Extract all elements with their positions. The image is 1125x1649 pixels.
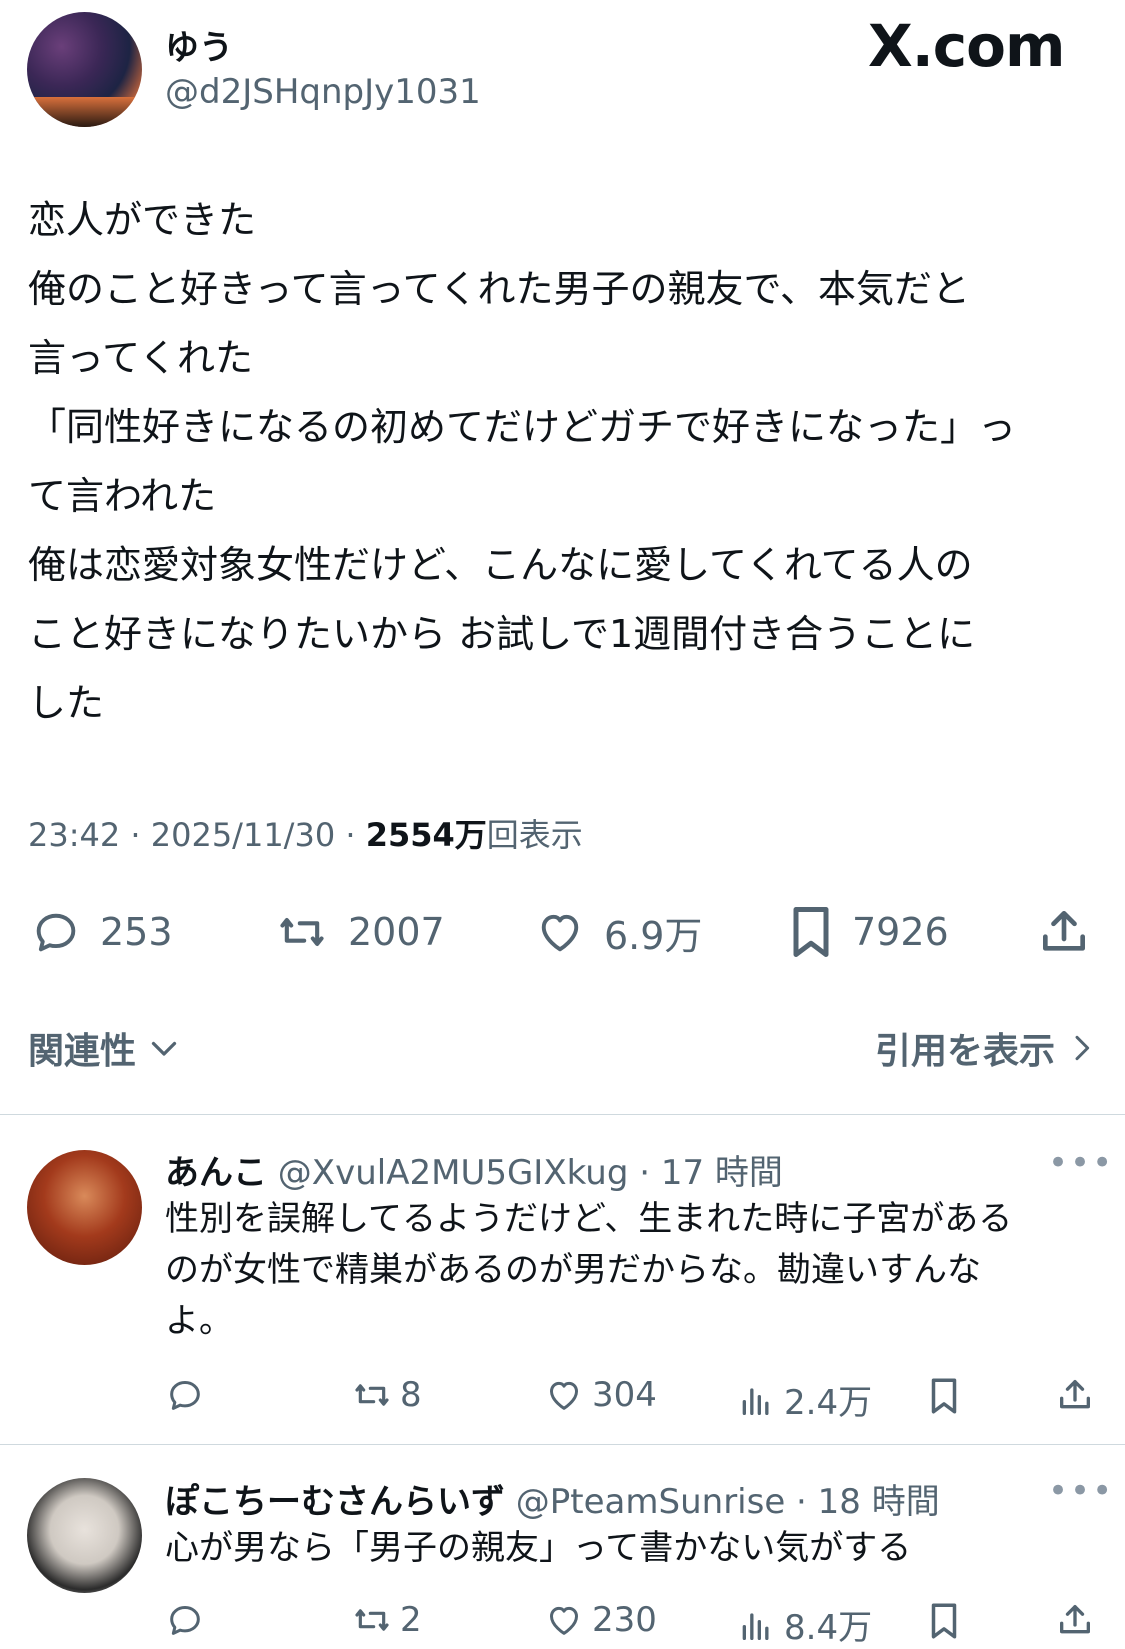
- post-timestamp[interactable]: 23:42 · 2025/11/30 ·: [28, 816, 366, 854]
- reply-text-line: よ。: [165, 1301, 233, 1341]
- reply-text: 性別を誤解してるようだけど、生まれた時に子宮がある のが女性で精巣があるのが男だ…: [165, 1194, 1090, 1347]
- post-text-line: した: [28, 681, 105, 725]
- reply-author-name[interactable]: ぽこちーむさんらいず: [165, 1482, 505, 1522]
- post-text-line: 言ってくれた: [28, 336, 253, 380]
- view-quotes-link[interactable]: 引用を表示: [875, 1022, 1097, 1074]
- reply-repost-button[interactable]: 8: [352, 1375, 422, 1415]
- repost-count: 2007: [348, 910, 445, 954]
- reply-like-button[interactable]: 230: [544, 1600, 657, 1640]
- repost-icon: [352, 1375, 392, 1415]
- reply-views-count: 2.4万: [784, 1383, 873, 1423]
- brand-logo: X.com: [868, 12, 1065, 80]
- post-text-line: 恋人ができた: [28, 198, 257, 242]
- share-icon: [1036, 904, 1092, 960]
- more-options-icon[interactable]: •••: [1048, 1471, 1114, 1511]
- repost-icon: [352, 1600, 392, 1640]
- reply-avatar[interactable]: [27, 1478, 142, 1593]
- bookmark-button[interactable]: 7926: [786, 902, 949, 962]
- reply-icon: [165, 1375, 205, 1415]
- reply-like-count: 304: [592, 1375, 657, 1415]
- reply-views-button[interactable]: 8.4万: [736, 1600, 872, 1649]
- reply-comment-button[interactable]: [165, 1375, 213, 1415]
- more-options-icon[interactable]: •••: [1048, 1143, 1114, 1183]
- analytics-icon: [736, 1605, 776, 1645]
- author-handle[interactable]: @d2JSHqnpJy1031: [165, 72, 481, 112]
- post-text-line: 俺のこと好きって言ってくれた男子の親友で、本気だと: [28, 267, 971, 311]
- reply-avatar[interactable]: [27, 1150, 142, 1265]
- reply-author-meta[interactable]: @XvulA2MU5GIXkug · 17 時間: [267, 1153, 783, 1193]
- post-views-count: 2554万: [365, 816, 487, 854]
- reply-like-count: 230: [592, 1600, 657, 1640]
- repost-icon: [272, 906, 332, 958]
- reply-share-button[interactable]: [1055, 1375, 1103, 1415]
- quotes-label: 引用を表示: [874, 1031, 1055, 1072]
- author-avatar[interactable]: [27, 12, 142, 127]
- reply-text: 心が男なら「男子の親友」って書かない気がする: [165, 1523, 1090, 1574]
- author-name[interactable]: ゆう: [165, 20, 233, 69]
- bookmark-count: 7926: [852, 910, 949, 954]
- analytics-icon: [736, 1380, 776, 1420]
- post-text: 恋人ができた 俺のこと好きって言ってくれた男子の親友で、本気だと 言ってくれた …: [28, 186, 1103, 738]
- reply-author-name[interactable]: あんこ: [165, 1153, 267, 1193]
- reply-text-line: 性別を誤解してるようだけど、生まれた時に子宮がある: [165, 1199, 1013, 1239]
- share-button[interactable]: [1036, 902, 1108, 962]
- reply-button[interactable]: 253: [28, 902, 173, 962]
- bookmark-icon: [926, 1600, 962, 1642]
- repost-button[interactable]: 2007: [272, 902, 445, 962]
- reply-text-line: 心が男なら「男子の親友」って書かない気がする: [165, 1528, 912, 1568]
- reply-bookmark-button[interactable]: [926, 1375, 970, 1417]
- sort-dropdown[interactable]: 関連性: [28, 1022, 182, 1074]
- post-text-line: こと好きになりたいから お試しで1週間付き合うことに: [28, 612, 976, 656]
- reply-views-button[interactable]: 2.4万: [736, 1375, 872, 1424]
- post-views-label: 回表示: [486, 816, 583, 854]
- reply-icon: [28, 906, 84, 958]
- divider: [0, 1114, 1125, 1115]
- reply-repost-count: 8: [400, 1375, 422, 1415]
- reply-header: ぽこちーむさんらいず @PteamSunrise · 18 時間: [165, 1474, 940, 1523]
- post-text-line: 「同性好きになるの初めてだけどガチで好きになった」っ: [28, 405, 1017, 449]
- reply-bookmark-button[interactable]: [926, 1600, 970, 1642]
- reply-count: 253: [100, 910, 173, 954]
- divider: [0, 1444, 1125, 1445]
- like-count: 6.9万: [604, 913, 703, 958]
- reply-repost-count: 2: [400, 1600, 422, 1640]
- reply-comment-button[interactable]: [165, 1600, 213, 1640]
- reply-icon: [165, 1600, 205, 1640]
- reply-author-meta[interactable]: @PteamSunrise · 18 時間: [505, 1482, 940, 1522]
- reply-header: あんこ @XvulA2MU5GIXkug · 17 時間: [165, 1145, 783, 1194]
- reply-text-line: のが女性で精巣があるのが男だからな。勘違いすんな: [165, 1250, 981, 1290]
- chevron-right-icon: [1065, 1030, 1097, 1066]
- share-icon: [1055, 1600, 1095, 1640]
- heart-icon: [532, 906, 588, 958]
- reply-views-count: 8.4万: [784, 1608, 873, 1648]
- reply-share-button[interactable]: [1055, 1600, 1103, 1640]
- chevron-down-icon: [146, 1030, 182, 1066]
- heart-icon: [544, 1375, 584, 1415]
- reply-like-button[interactable]: 304: [544, 1375, 657, 1415]
- post-text-line: て言われた: [28, 474, 217, 518]
- post-text-line: 俺は恋愛対象女性だけど、こんなに愛してくれてる人の: [28, 543, 973, 587]
- share-icon: [1055, 1375, 1095, 1415]
- heart-icon: [544, 1600, 584, 1640]
- post-meta: 23:42 · 2025/11/30 · 2554万回表示: [28, 810, 583, 856]
- like-button[interactable]: 6.9万: [532, 902, 702, 962]
- bookmark-icon: [786, 902, 836, 962]
- reply-repost-button[interactable]: 2: [352, 1600, 422, 1640]
- sort-label: 関連性: [28, 1031, 137, 1072]
- bookmark-icon: [926, 1375, 962, 1417]
